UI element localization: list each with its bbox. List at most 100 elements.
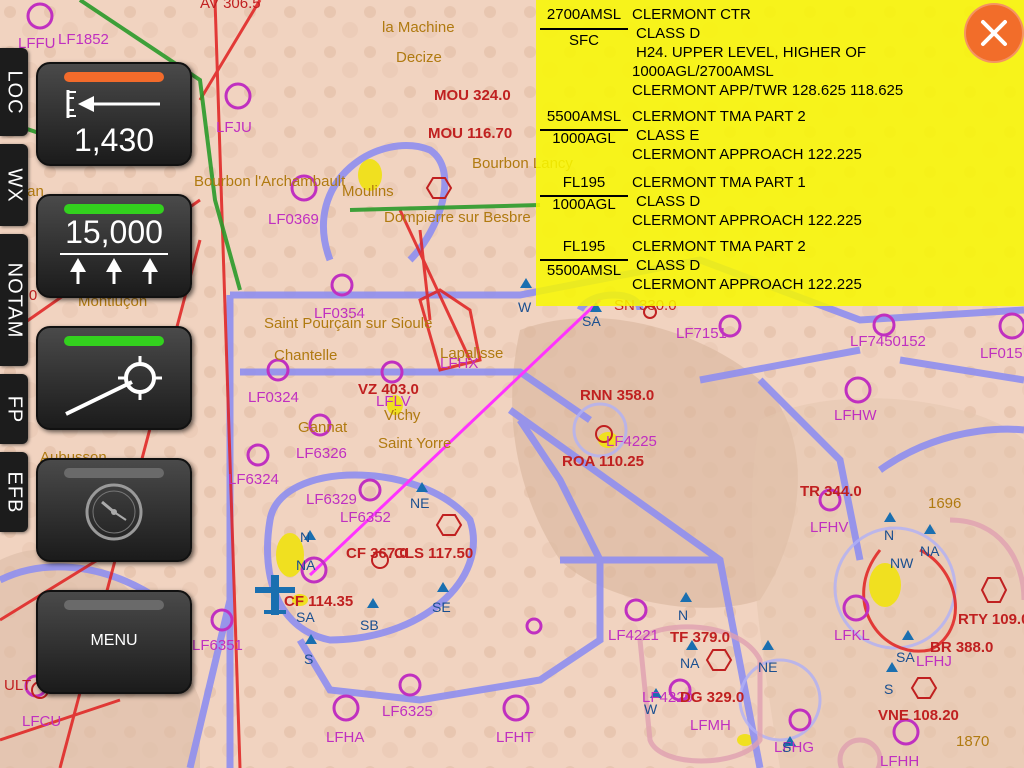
svg-text:LF6325: LF6325 xyxy=(382,703,433,720)
svg-text:LF6326: LF6326 xyxy=(296,445,347,462)
svg-text:NA: NA xyxy=(680,655,700,671)
svg-text:MOU 116.70: MOU 116.70 xyxy=(428,125,512,142)
svg-text:LFHV: LFHV xyxy=(810,519,848,536)
airspace-note: H24. UPPER LEVEL, HIGHER OF xyxy=(636,44,867,61)
svg-text:N: N xyxy=(300,529,310,545)
airspace-name: CLERMONT TMA PART 1 xyxy=(632,174,806,191)
airspace-class: CLASS E xyxy=(636,127,700,144)
svg-text:MOU 324.0: MOU 324.0 xyxy=(434,87,511,104)
svg-text:NA: NA xyxy=(920,543,940,559)
airspace-entry[interactable]: FL195 1000AGL CLERMONT TMA PART 1 CLASS … xyxy=(536,174,1024,236)
svg-text:LF0369: LF0369 xyxy=(268,211,319,228)
tab-efb-label: EFB xyxy=(3,471,26,513)
tab-loc[interactable]: LOC xyxy=(0,48,28,136)
airspace-frequency: CLERMONT APP/TWR 128.625 118.625 xyxy=(632,82,904,99)
tab-notam[interactable]: NOTAM xyxy=(0,234,28,366)
svg-text:Dompierre sur Besbre: Dompierre sur Besbre xyxy=(384,209,531,226)
svg-text:LFHJ: LFHJ xyxy=(916,653,952,670)
upper-limit: 2700AMSL xyxy=(546,6,622,23)
tab-wx-label: WX xyxy=(3,167,26,203)
side-tab-strip: LOC WX NOTAM FP EFB xyxy=(0,40,30,540)
svg-text:TF 379.0: TF 379.0 xyxy=(670,629,730,646)
airspace-entry[interactable]: 5500AMSL 1000AGL CLERMONT TMA PART 2 CLA… xyxy=(536,108,1024,170)
svg-text:W: W xyxy=(518,299,532,315)
svg-text:LF4225: LF4225 xyxy=(606,433,657,450)
svg-text:SB: SB xyxy=(360,617,379,633)
airspace-frequency: CLERMONT APPROACH 122.225 xyxy=(632,146,862,163)
close-button[interactable] xyxy=(964,3,1024,63)
svg-text:Saint Pourçain sur Sioule: Saint Pourçain sur Sioule xyxy=(264,315,432,332)
locate-button[interactable] xyxy=(36,326,192,430)
range-indicator-bar xyxy=(64,204,164,214)
svg-text:la Machine: la Machine xyxy=(382,19,455,36)
lower-limit: 1000AGL xyxy=(552,130,616,147)
svg-text:Saint Yorre: Saint Yorre xyxy=(378,435,451,452)
svg-text:ROA 110.25: ROA 110.25 xyxy=(562,453,644,470)
svg-text:ULT: ULT xyxy=(4,677,31,694)
svg-text:Chantelle: Chantelle xyxy=(274,347,337,364)
menu-label: MENU xyxy=(90,632,138,649)
svg-text:NE: NE xyxy=(758,659,777,675)
tab-fp[interactable]: FP xyxy=(0,374,28,444)
svg-text:VNE 108.20: VNE 108.20 xyxy=(878,707,959,724)
airspace-class: CLASS D xyxy=(636,257,701,274)
limit-divider xyxy=(540,28,628,30)
svg-text:TR 344.0: TR 344.0 xyxy=(800,483,862,500)
tab-wx[interactable]: WX xyxy=(0,144,28,226)
svg-text:DG 329.0: DG 329.0 xyxy=(680,689,744,706)
svg-text:CLS 117.50: CLS 117.50 xyxy=(394,545,473,562)
airspace-class: CLASS D xyxy=(636,25,701,42)
locate-indicator-bar xyxy=(64,336,164,346)
svg-text:LF015: LF015 xyxy=(980,345,1023,362)
svg-text:NA: NA xyxy=(296,557,316,573)
svg-text:LFHW: LFHW xyxy=(834,407,877,424)
climb-arrows-icon xyxy=(60,253,168,284)
timer-indicator-bar xyxy=(64,468,164,478)
altitude-arrow-icon xyxy=(66,90,160,118)
limit-divider xyxy=(540,259,628,261)
tab-fp-label: FP xyxy=(3,395,26,423)
svg-text:N: N xyxy=(884,527,894,543)
svg-text:RTY 109.00: RTY 109.00 xyxy=(958,611,1024,628)
svg-text:LFJU: LFJU xyxy=(216,119,252,136)
upper-limit: 5500AMSL xyxy=(546,108,622,125)
tab-efb[interactable]: EFB xyxy=(0,452,28,532)
clock-icon xyxy=(85,483,143,541)
svg-text:N: N xyxy=(678,607,688,623)
timer-button[interactable] xyxy=(36,458,192,562)
svg-text:LF0324: LF0324 xyxy=(248,389,299,406)
crosshair-target-icon xyxy=(65,356,162,416)
svg-text:SA: SA xyxy=(582,313,601,329)
tab-notam-label: NOTAM xyxy=(3,262,26,338)
svg-text:Bourbon l'Archambault: Bourbon l'Archambault xyxy=(194,173,346,190)
menu-button[interactable]: MENU xyxy=(36,590,192,694)
svg-text:CF 114.35: CF 114.35 xyxy=(284,593,353,610)
airspace-entry[interactable]: FL195 5500AMSL CLERMONT TMA PART 2 CLASS… xyxy=(536,238,1024,300)
airspace-info-panel: 2700AMSL SFC CLERMONT CTR CLASS D H24. U… xyxy=(536,0,1024,306)
lower-limit: 1000AGL xyxy=(552,196,616,213)
lower-limit: SFC xyxy=(569,32,599,49)
svg-text:LF6329: LF6329 xyxy=(306,491,357,508)
svg-text:LF4221: LF4221 xyxy=(608,627,659,644)
svg-text:LFHA: LFHA xyxy=(326,729,364,746)
svg-text:LF6324: LF6324 xyxy=(228,471,279,488)
svg-text:SE: SE xyxy=(432,599,451,615)
svg-text:LFHT: LFHT xyxy=(496,729,534,746)
svg-text:NE: NE xyxy=(410,495,429,511)
svg-text:LF1852: LF1852 xyxy=(58,31,109,48)
airspace-entry[interactable]: 2700AMSL SFC CLERMONT CTR CLASS D H24. U… xyxy=(536,6,1024,106)
lower-limit: 5500AMSL xyxy=(546,262,622,279)
svg-text:Gannat: Gannat xyxy=(298,419,348,436)
tab-loc-label: LOC xyxy=(3,69,26,115)
svg-text:S: S xyxy=(304,651,313,667)
svg-text:LF6351: LF6351 xyxy=(192,637,243,654)
upper-limit: FL195 xyxy=(562,238,606,255)
airspace-frequency: CLERMONT APPROACH 122.225 xyxy=(632,212,862,229)
range-button[interactable]: 15,000 xyxy=(36,194,192,298)
svg-text:SA: SA xyxy=(296,609,315,625)
airspace-frequency: CLERMONT APPROACH 122.225 xyxy=(632,276,862,293)
svg-text:Moulins: Moulins xyxy=(342,183,394,200)
svg-text:1696: 1696 xyxy=(928,495,961,512)
upper-limit: FL195 xyxy=(562,174,606,191)
altitude-button[interactable]: 1,430 xyxy=(36,62,192,166)
